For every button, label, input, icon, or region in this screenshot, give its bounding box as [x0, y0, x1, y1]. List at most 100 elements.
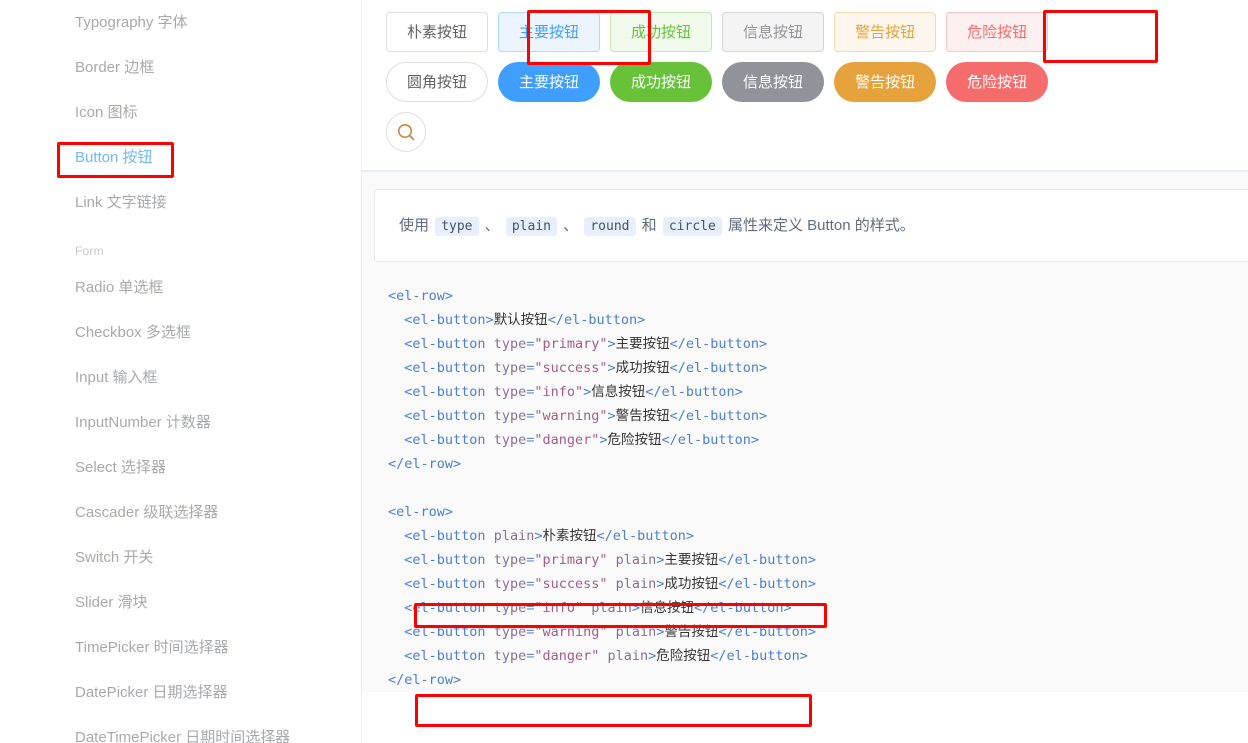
circle-button-0[interactable] [386, 112, 426, 152]
sidebar-item-form-4[interactable]: Select 选择器 [0, 445, 361, 490]
main-content: 朴素按钮 主要按钮 成功按钮 信息按钮 警告按钮 危险按钮 圆角按钮 主要按钮 成功按钮 信息按… [362, 0, 1248, 743]
sidebar-item-label: Input 输入框 [75, 369, 158, 386]
desc-sep-2: 、 [563, 217, 579, 234]
sidebar-item-label: DatePicker 日期选择器 [75, 684, 228, 701]
sidebar-item-form-3[interactable]: InputNumber 计数器 [0, 400, 361, 445]
delete-icon [646, 122, 666, 142]
button-label: 主要按钮 [519, 23, 580, 41]
code-block1-line-4: <el-button type="info">信息按钮</el-button> [404, 384, 743, 400]
round-button-5[interactable]: 危险按钮 [946, 62, 1049, 102]
code-block2-line-5: <el-button type="warning" plain>警告按钮</el… [404, 624, 816, 640]
code-block1-line-5: <el-button type="warning">警告按钮</el-butto… [404, 408, 768, 424]
sidebar-item-form-7[interactable]: Slider 滑块 [0, 580, 361, 625]
code-block1-line-6: <el-button type="danger">危险按钮</el-button… [404, 432, 760, 448]
sidebar-item-label: DateTimePicker 日期时间选择器 [75, 729, 291, 743]
sidebar-list: Typography 字体 Border 边框 Icon 图标 Button 按钮 Li… [0, 0, 361, 743]
round-button-row: 圆角按钮 主要按钮 成功按钮 信息按钮 警告按钮 危险按钮 [386, 62, 1228, 102]
sidebar-item-0[interactable]: Typography 字体 [0, 0, 361, 45]
button-label: 警告按钮 [855, 73, 916, 91]
round-button-4[interactable]: 警告按钮 [834, 62, 937, 102]
code-block1-line-1: <el-button>默认按钮</el-button> [404, 312, 646, 328]
desc-code-plain: plain [505, 217, 557, 236]
button-demo-block: 朴素按钮 主要按钮 成功按钮 信息按钮 警告按钮 危险按钮 圆角按钮 主要按钮 成功按钮 信息按… [362, 0, 1248, 171]
sidebar-item-label: Checkbox 多选框 [75, 324, 191, 341]
circle-button-2[interactable] [486, 112, 526, 152]
circle-button-row [386, 112, 1228, 152]
button-label: 成功按钮 [631, 73, 692, 91]
circle-button-5[interactable] [636, 112, 676, 152]
code-block2-line-4: <el-button type="info" plain>信息按钮</el-bu… [404, 600, 792, 616]
sidebar-nav: Typography 字体 Border 边框 Icon 图标 Button 按钮 Li… [0, 0, 362, 743]
desc-sep-1: 、 [484, 217, 500, 234]
code-block1-line-0: <el-row> [388, 288, 454, 304]
sidebar-item-label: InputNumber 计数器 [75, 414, 211, 431]
button-label: 成功按钮 [631, 23, 692, 41]
code-block1-line-3: <el-button type="success">成功按钮</el-butto… [404, 360, 768, 376]
sidebar-item-form-1[interactable]: Checkbox 多选框 [0, 310, 361, 355]
desc-conjunction: 和 [641, 217, 657, 234]
sidebar-item-form-5[interactable]: Cascader 级联选择器 [0, 490, 361, 535]
sidebar-item-label: Cascader 级联选择器 [75, 504, 219, 521]
button-label: 信息按钮 [743, 73, 804, 91]
sidebar-item-label: Icon 图标 [75, 104, 138, 121]
plain-button-2[interactable]: 成功按钮 [610, 12, 713, 52]
sidebar-group-title-form: Form [75, 244, 104, 258]
sidebar-item-4[interactable]: Link 文字链接 [0, 180, 361, 225]
sidebar-item-form-2[interactable]: Input 输入框 [0, 355, 361, 400]
sidebar-item-3[interactable]: Button 按钮 [0, 135, 361, 180]
code-block1-line-7: </el-row> [388, 456, 462, 472]
edit-icon [446, 122, 466, 142]
desc-code-round: round [584, 217, 636, 236]
sidebar-item-2[interactable]: Icon 图标 [0, 90, 361, 135]
circle-button-4[interactable] [586, 112, 626, 152]
code-block1-line-2: <el-button type="primary">主要按钮</el-butto… [404, 336, 768, 352]
sidebar-item-form-10[interactable]: DateTimePicker 日期时间选择器 [0, 715, 361, 743]
code-block2-line-0: <el-row> [388, 504, 454, 520]
plain-button-4[interactable]: 警告按钮 [834, 12, 937, 52]
sidebar-item-label: Select 选择器 [75, 459, 166, 476]
sidebar-item-label: Button 按钮 [75, 149, 153, 166]
sidebar-item-label: Typography 字体 [75, 14, 188, 31]
button-label: 信息按钮 [743, 23, 804, 41]
round-button-3[interactable]: 信息按钮 [722, 62, 825, 102]
desc-suffix: 属性来定义 Button 的样式。 [728, 217, 915, 234]
circle-button-1[interactable] [436, 112, 476, 152]
round-button-2[interactable]: 成功按钮 [610, 62, 713, 102]
sidebar-item-form-6[interactable]: Switch 开关 [0, 535, 361, 580]
button-label: 朴素按钮 [407, 23, 468, 41]
code-sample: <el-row> <el-button>默认按钮</el-button> <el… [362, 262, 1248, 692]
code-block2-line-6: <el-button type="danger" plain>危险按钮</el-… [404, 648, 808, 664]
button-label: 警告按钮 [855, 23, 916, 41]
round-button-0[interactable]: 圆角按钮 [386, 62, 489, 102]
plain-button-row: 朴素按钮 主要按钮 成功按钮 信息按钮 警告按钮 危险按钮 [386, 12, 1228, 52]
plain-button-5[interactable]: 危险按钮 [946, 12, 1049, 52]
sidebar-item-form-0[interactable]: Radio 单选框 [0, 265, 361, 310]
button-label: 主要按钮 [519, 73, 580, 91]
circle-button-3[interactable] [536, 112, 576, 152]
desc-code-type: type [435, 217, 479, 236]
code-block2-line-1: <el-button plain>朴素按钮</el-button> [404, 528, 695, 544]
sidebar-item-form-8[interactable]: TimePicker 时间选择器 [0, 625, 361, 670]
code-block2-line-2: <el-button type="primary" plain>主要按钮</el… [404, 552, 816, 568]
plain-button-0[interactable]: 朴素按钮 [386, 12, 489, 52]
plain-button-3[interactable]: 信息按钮 [722, 12, 825, 52]
sidebar-item-label: TimePicker 时间选择器 [75, 639, 229, 656]
sidebar-item-label: Radio 单选框 [75, 279, 164, 296]
code-block2-line-3: <el-button type="success" plain>成功按钮</el… [404, 576, 816, 592]
usage-description: 使用 type 、 plain 、 round 和 circle 属性来定义 B… [374, 189, 1248, 262]
search-icon [396, 122, 416, 142]
sidebar-item-1[interactable]: Border 边框 [0, 45, 361, 90]
button-label: 危险按钮 [967, 23, 1028, 41]
sidebar-item-label: Border 边框 [75, 59, 155, 76]
sidebar-item-form-9[interactable]: DatePicker 日期选择器 [0, 670, 361, 715]
round-button-1[interactable]: 主要按钮 [498, 62, 601, 102]
desc-prefix: 使用 [399, 217, 430, 234]
sidebar-item-label: Slider 滑块 [75, 594, 148, 611]
check-icon [496, 122, 516, 142]
message-icon [546, 122, 566, 142]
sidebar-item-label: Switch 开关 [75, 549, 154, 566]
button-label: 圆角按钮 [407, 73, 468, 91]
sidebar-item-label: Link 文字链接 [75, 194, 167, 211]
plain-button-1[interactable]: 主要按钮 [498, 12, 601, 52]
